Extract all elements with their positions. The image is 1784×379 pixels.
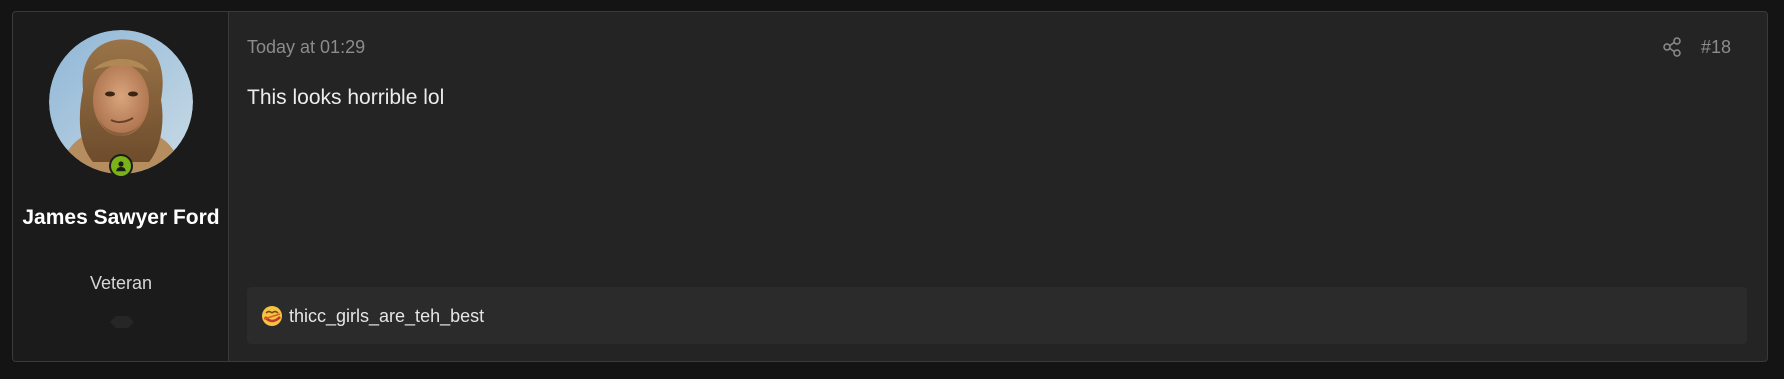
- author-user-title: Veteran: [89, 273, 153, 293]
- user-signature: thicc_girls_are_teh_best: [247, 287, 1747, 344]
- post-number-link[interactable]: #18: [1701, 36, 1731, 58]
- avatar-container[interactable]: [49, 30, 193, 178]
- post-timestamp[interactable]: Today at 01:29: [247, 36, 365, 58]
- online-user-icon: [111, 156, 131, 176]
- post-message: This looks horrible lol: [247, 86, 445, 109]
- share-icon[interactable]: [1661, 36, 1683, 58]
- avatar[interactable]: [49, 30, 193, 174]
- user-badge-icon: [110, 316, 134, 328]
- online-status-badge: [109, 154, 133, 178]
- signature-text: thicc_girls_are_teh_best: [289, 305, 485, 326]
- author-username[interactable]: James Sawyer Ford: [13, 203, 229, 232]
- dizzy-face-emoji-icon: [262, 305, 282, 326]
- post-author-panel: James Sawyer Ford Veteran: [13, 12, 229, 361]
- forum-post: James Sawyer Ford Veteran Today at 01:29…: [12, 11, 1768, 362]
- post-content-panel: Today at 01:29 #18 This looks horrible l…: [229, 12, 1767, 361]
